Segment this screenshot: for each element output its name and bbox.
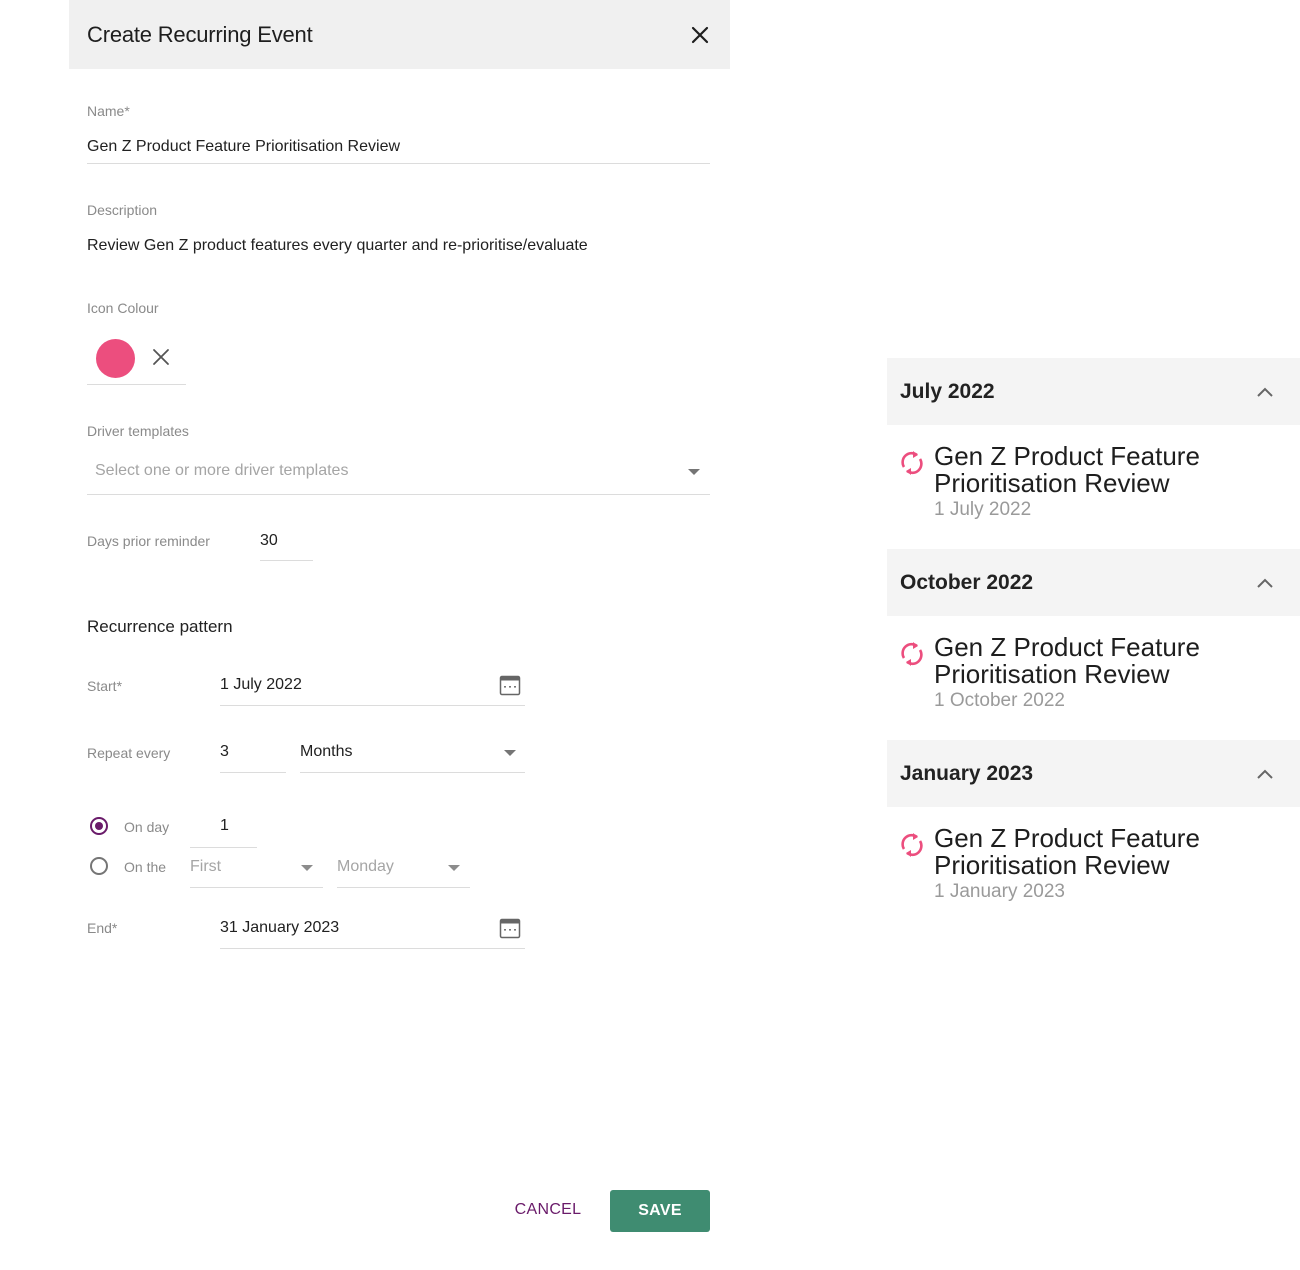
event-item[interactable]: Gen Z Product Feature Prioritisation Rev… xyxy=(887,425,1300,549)
start-label: Start* xyxy=(87,678,123,694)
month-title: January 2023 xyxy=(900,761,1034,785)
recurrence-preview-list: July 2022 Gen Z Product Feature Prioriti… xyxy=(887,358,1300,931)
repeat-interval-input[interactable]: 3 xyxy=(220,743,229,761)
chevron-down-icon[interactable] xyxy=(448,865,460,871)
event-date: 1 October 2022 xyxy=(934,690,1065,711)
recurring-icon xyxy=(901,833,923,857)
start-underline xyxy=(220,705,525,706)
driver-templates-underline xyxy=(87,494,710,495)
on-day-label: On day xyxy=(124,819,170,835)
start-date-input[interactable]: 1 July 2022 xyxy=(220,676,302,694)
month-group: October 2022 Gen Z Product Feature Prior… xyxy=(887,549,1300,740)
event-date: 1 July 2022 xyxy=(934,499,1032,520)
month-group: January 2023 Gen Z Product Feature Prior… xyxy=(887,740,1300,931)
chevron-down-icon[interactable] xyxy=(301,865,313,871)
close-icon xyxy=(691,26,709,43)
chevron-down-icon[interactable] xyxy=(504,750,516,756)
recurring-icon xyxy=(901,642,923,666)
end-label: End* xyxy=(87,920,118,936)
event-item[interactable]: Gen Z Product Feature Prioritisation Rev… xyxy=(887,616,1300,740)
name-input[interactable]: Gen Z Product Feature Prioritisation Rev… xyxy=(87,138,400,156)
driver-templates-select[interactable]: Select one or more driver templates xyxy=(95,462,348,480)
end-underline xyxy=(220,948,525,949)
calendar-icon[interactable] xyxy=(499,674,521,696)
dialog-title: Create Recurring Event xyxy=(87,21,313,47)
chevron-up-icon[interactable] xyxy=(1256,768,1274,780)
on-the-label: On the xyxy=(124,859,167,875)
days-prior-underline xyxy=(260,560,313,561)
icon-colour-label: Icon Colour xyxy=(87,300,159,316)
calendar-icon[interactable] xyxy=(499,917,521,939)
driver-templates-label: Driver templates xyxy=(87,423,189,439)
name-underline xyxy=(87,163,710,164)
weekday-select[interactable]: Monday xyxy=(337,858,394,876)
icon-colour-swatch[interactable] xyxy=(96,339,135,378)
month-title: July 2022 xyxy=(900,379,995,403)
month-header[interactable]: July 2022 xyxy=(887,358,1300,425)
description-label: Description xyxy=(87,202,158,218)
on-day-underline xyxy=(190,847,257,848)
days-prior-reminder-input[interactable]: 30 xyxy=(260,532,278,550)
cancel-button[interactable]: CANCEL xyxy=(502,1192,594,1228)
repeat-unit-underline xyxy=(300,772,525,773)
icon-colour-underline xyxy=(87,384,186,385)
chevron-up-icon[interactable] xyxy=(1256,386,1274,398)
chevron-up-icon[interactable] xyxy=(1256,577,1274,589)
repeat-unit-select[interactable]: Months xyxy=(300,743,352,761)
month-group: July 2022 Gen Z Product Feature Prioriti… xyxy=(887,358,1300,549)
chevron-down-icon[interactable] xyxy=(688,469,700,475)
ordinal-select[interactable]: First xyxy=(190,858,221,876)
event-date: 1 January 2023 xyxy=(934,881,1065,902)
month-header[interactable]: October 2022 xyxy=(887,549,1300,616)
on-day-radio[interactable] xyxy=(90,817,108,835)
end-date-input[interactable]: 31 January 2023 xyxy=(220,919,339,937)
close-button[interactable] xyxy=(688,23,712,47)
clear-colour-button[interactable] xyxy=(151,347,171,367)
on-day-input[interactable]: 1 xyxy=(220,817,229,835)
event-title: Gen Z Product Feature Prioritisation Rev… xyxy=(934,441,1200,498)
close-icon xyxy=(153,349,169,365)
event-item[interactable]: Gen Z Product Feature Prioritisation Rev… xyxy=(887,807,1300,931)
repeat-interval-underline xyxy=(220,772,286,773)
month-title: October 2022 xyxy=(900,570,1034,594)
name-label: Name* xyxy=(87,103,130,119)
save-button[interactable]: SAVE xyxy=(610,1190,710,1232)
days-prior-reminder-label: Days prior reminder xyxy=(87,533,210,549)
repeat-every-label: Repeat every xyxy=(87,745,171,761)
recurrence-pattern-heading: Recurrence pattern xyxy=(87,617,233,636)
dialog-header: Create Recurring Event xyxy=(69,0,730,69)
create-recurring-event-dialog: Create Recurring Event Name* Gen Z Produ… xyxy=(69,0,730,1270)
on-the-radio[interactable] xyxy=(90,857,108,875)
event-title: Gen Z Product Feature Prioritisation Rev… xyxy=(934,823,1200,880)
weekday-underline xyxy=(337,887,470,888)
description-input[interactable]: Review Gen Z product features every quar… xyxy=(87,237,588,255)
event-title: Gen Z Product Feature Prioritisation Rev… xyxy=(934,632,1200,689)
month-header[interactable]: January 2023 xyxy=(887,740,1300,807)
recurring-icon xyxy=(901,451,923,475)
ordinal-underline xyxy=(190,887,323,888)
